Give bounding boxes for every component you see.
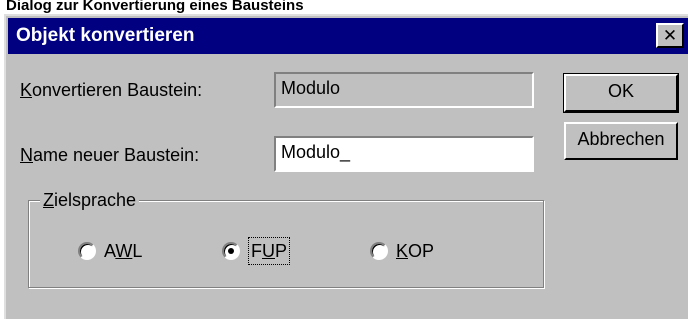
new-block-name-input[interactable]: Modulo_ — [274, 136, 534, 172]
group-title-mnemonic: Z — [43, 190, 54, 210]
cancel-button-label: Abbrechen — [577, 129, 665, 149]
source-label-mnemonic: K — [20, 80, 33, 100]
cancel-button[interactable]: Abbrechen — [564, 122, 678, 160]
source-block-field: Modulo — [274, 72, 534, 108]
awl-mnemonic: W — [115, 241, 133, 261]
figure-caption: Dialog zur Konvertierung eines Bausteins — [6, 0, 304, 14]
fup-text-post: P — [275, 241, 288, 261]
awl-text-pre: A — [104, 241, 116, 261]
radio-kop-label[interactable]: KOP — [396, 240, 434, 262]
kop-mnemonic: K — [396, 241, 409, 261]
radio-awl[interactable] — [78, 242, 96, 260]
ok-button-label: OK — [607, 81, 634, 101]
radio-selected-dot — [228, 248, 234, 254]
ok-button[interactable]: OK — [563, 73, 679, 113]
title-bar[interactable]: Objekt konvertieren ✕ — [8, 18, 688, 54]
radio-awl-label[interactable]: AWL — [104, 240, 142, 262]
dialog-title: Objekt konvertieren — [16, 25, 195, 46]
radio-fup[interactable] — [222, 242, 240, 260]
fup-mnemonic: U — [262, 241, 275, 261]
fup-text-pre: F — [251, 241, 262, 261]
target-label-mnemonic: N — [20, 145, 33, 165]
group-title-text: ielsprache — [54, 190, 137, 210]
kop-text-post: OP — [408, 241, 435, 261]
radio-fup-label[interactable]: FUP — [247, 237, 291, 265]
source-block-label: Konvertieren Baustein: — [20, 79, 202, 101]
source-label-text: onvertieren Baustein: — [32, 80, 203, 100]
radio-kop[interactable] — [370, 242, 388, 260]
target-label-text: ame neuer Baustein: — [33, 145, 200, 165]
new-block-name-value: Modulo_ — [281, 142, 351, 162]
close-icon: ✕ — [662, 26, 678, 45]
awl-text-post: L — [132, 241, 143, 261]
convert-object-dialog: Objekt konvertieren ✕ Konvertieren Baust… — [4, 14, 688, 319]
new-block-name-label: Name neuer Baustein: — [20, 144, 199, 166]
close-button[interactable]: ✕ — [656, 23, 684, 48]
target-language-legend: Zielsprache — [40, 189, 140, 211]
source-block-value: Modulo — [281, 78, 341, 98]
